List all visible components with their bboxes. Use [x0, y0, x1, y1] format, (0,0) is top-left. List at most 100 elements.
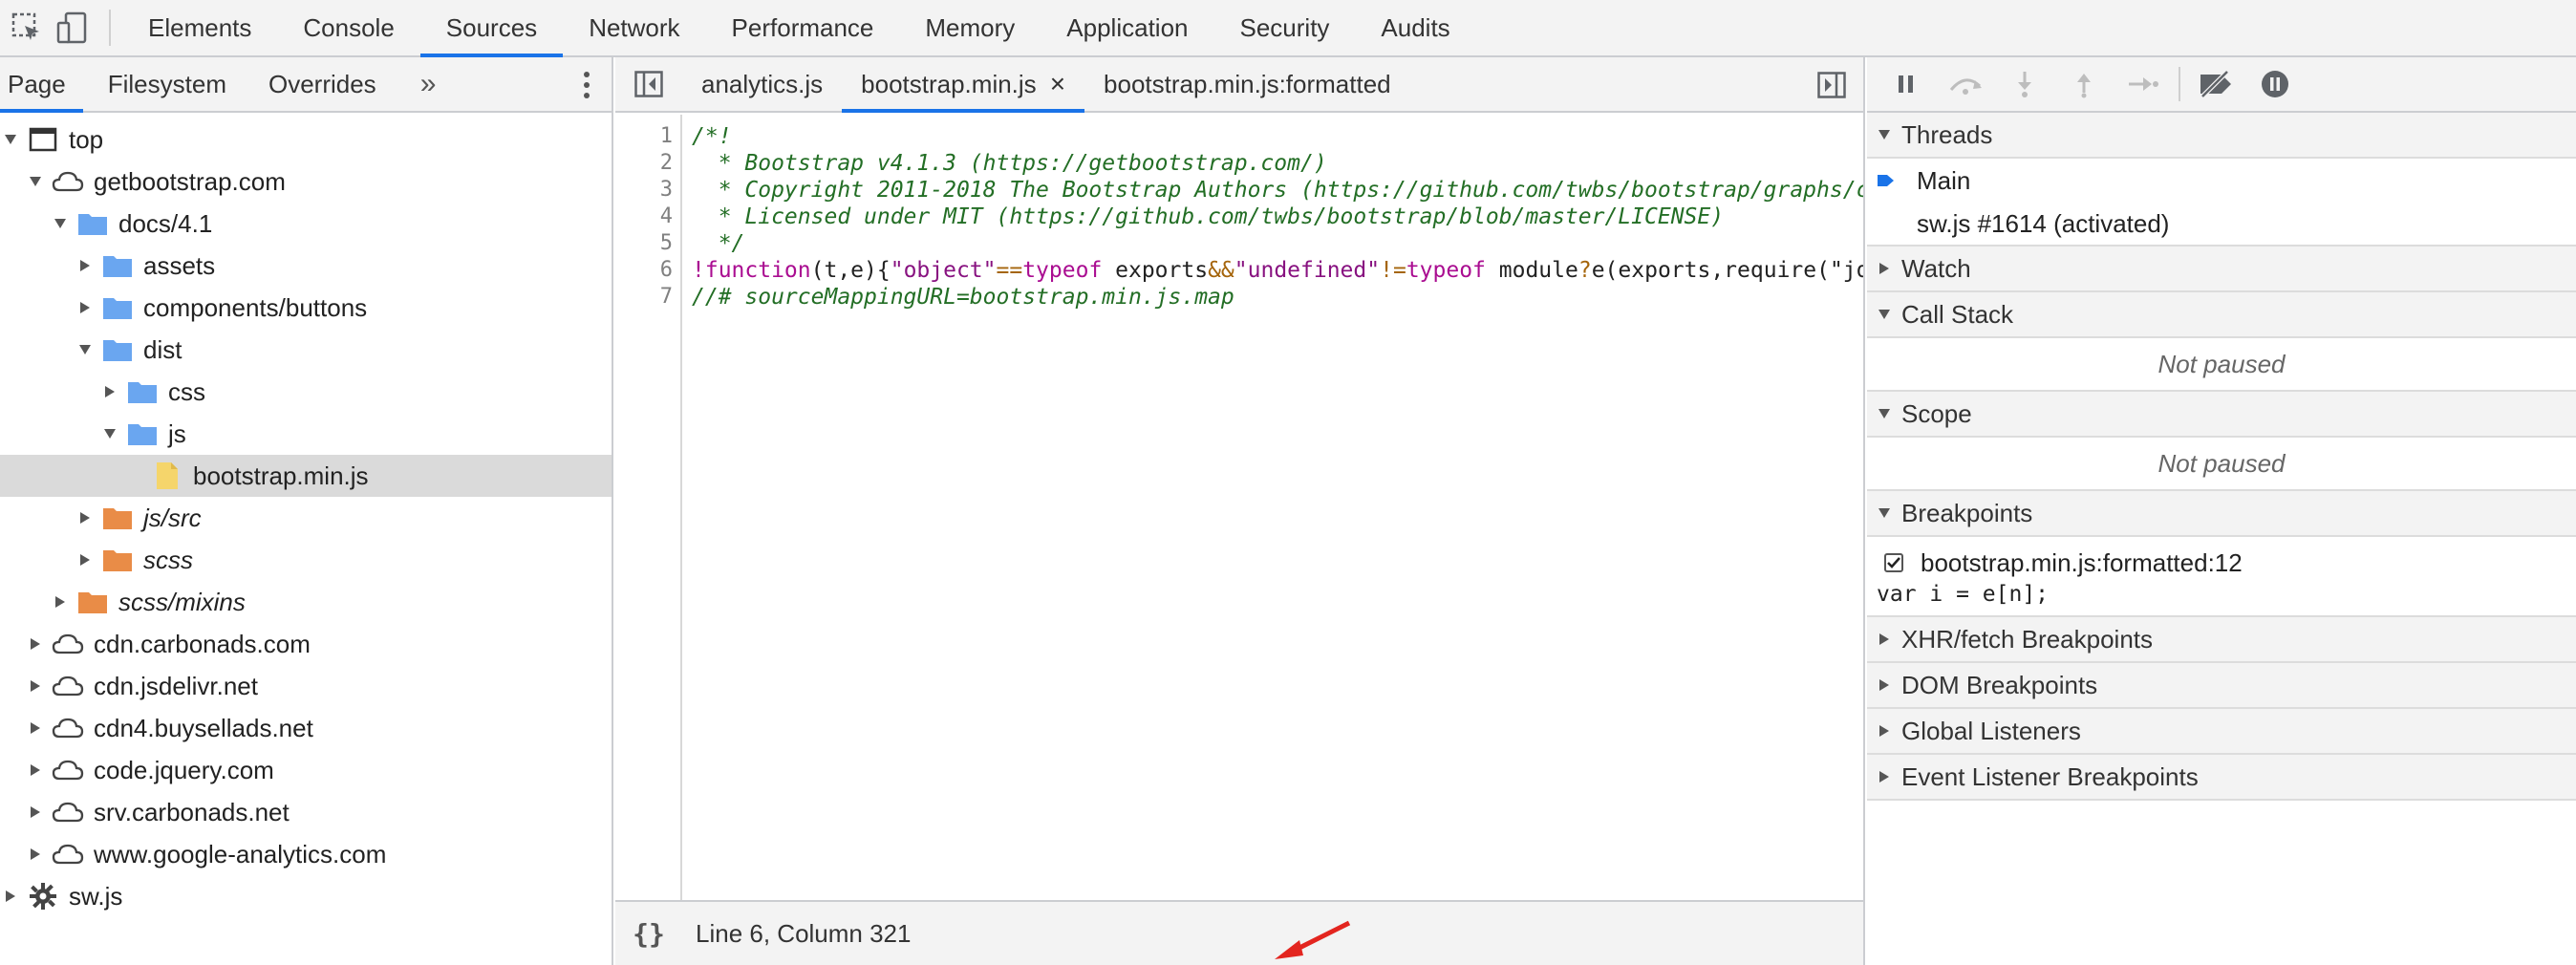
collapsed-triangle-icon[interactable]: [27, 804, 44, 821]
tree-item[interactable]: scss/mixins: [0, 581, 612, 623]
deactivate-breakpoints-icon[interactable]: [2186, 56, 2245, 112]
breakpoint-item[interactable]: bootstrap.min.js:formatted:12 var i = e[…: [1867, 537, 2576, 617]
step-icon[interactable]: [2114, 56, 2173, 112]
threads-section-header[interactable]: Threads: [1867, 113, 2576, 159]
tree-item[interactable]: dist: [0, 329, 612, 371]
tab-console[interactable]: Console: [277, 0, 419, 55]
thread-item-main[interactable]: Main: [1867, 159, 2576, 203]
step-over-icon[interactable]: [1936, 56, 1995, 112]
tree-item[interactable]: sw.js: [0, 875, 612, 917]
collapsed-triangle-icon[interactable]: [101, 383, 118, 400]
tree-item[interactable]: js: [0, 413, 612, 455]
tree-item[interactable]: scss: [0, 539, 612, 581]
line-number-gutter[interactable]: 1234567: [615, 115, 682, 900]
expanded-triangle-icon[interactable]: [52, 215, 69, 232]
folder-blue-icon: [126, 377, 159, 406]
tree-item[interactable]: www.google-analytics.com: [0, 833, 612, 875]
code-line[interactable]: */: [692, 230, 1863, 257]
scope-section-header[interactable]: Scope: [1867, 392, 2576, 438]
more-tabs-button[interactable]: »: [411, 57, 446, 111]
inspect-element-icon[interactable]: [4, 0, 50, 55]
gear-icon: [27, 882, 59, 911]
tree-item[interactable]: assets: [0, 245, 612, 287]
expanded-triangle-icon[interactable]: [76, 341, 94, 358]
line-number[interactable]: 7: [615, 284, 680, 311]
line-number[interactable]: 6: [615, 257, 680, 284]
device-toolbar-icon[interactable]: [50, 0, 96, 55]
tab-application[interactable]: Application: [1041, 0, 1213, 55]
step-into-icon[interactable]: [1995, 56, 2054, 112]
line-number[interactable]: 4: [615, 204, 680, 230]
code-view[interactable]: 1234567 /*! * Bootstrap v4.1.3 (https://…: [615, 115, 1863, 900]
code-lines[interactable]: /*! * Bootstrap v4.1.3 (https://getboots…: [692, 123, 1863, 311]
thread-item-sw[interactable]: sw.js #1614 (activated): [1867, 203, 2576, 247]
step-out-icon[interactable]: [2054, 56, 2114, 112]
editor-tab[interactable]: analytics.js: [682, 57, 842, 111]
collapsed-triangle-icon[interactable]: [76, 257, 94, 274]
collapsed-triangle-icon[interactable]: [2, 888, 19, 905]
navigator-tab-filesystem[interactable]: Filesystem: [100, 57, 244, 111]
pause-on-exceptions-icon[interactable]: [2245, 56, 2305, 112]
tree-item-selected[interactable]: bootstrap.min.js: [0, 455, 612, 497]
tab-network[interactable]: Network: [563, 0, 705, 55]
navigator-tab-overrides[interactable]: Overrides: [261, 57, 394, 111]
expanded-triangle-icon[interactable]: [27, 173, 44, 190]
line-number[interactable]: 1: [615, 123, 680, 150]
tab-audits[interactable]: Audits: [1355, 0, 1475, 55]
call-stack-section-header[interactable]: Call Stack: [1867, 292, 2576, 338]
tree-item[interactable]: getbootstrap.com: [0, 161, 612, 203]
code-line[interactable]: /*!: [692, 123, 1863, 150]
expanded-triangle-icon[interactable]: [101, 425, 118, 442]
tree-item[interactable]: cdn.carbonads.com: [0, 623, 612, 665]
tree-item[interactable]: srv.carbonads.net: [0, 791, 612, 833]
tree-item[interactable]: css: [0, 371, 612, 413]
event-listener-breakpoints-section-header[interactable]: Event Listener Breakpoints: [1867, 755, 2576, 801]
global-listeners-section-header[interactable]: Global Listeners: [1867, 709, 2576, 755]
collapsed-triangle-icon[interactable]: [76, 551, 94, 568]
tab-performance[interactable]: Performance: [706, 0, 900, 55]
more-options-icon[interactable]: [583, 57, 590, 113]
collapsed-triangle-icon[interactable]: [76, 299, 94, 316]
tree-item[interactable]: code.jquery.com: [0, 749, 612, 791]
tab-sources[interactable]: Sources: [419, 0, 564, 57]
collapsed-triangle-icon[interactable]: [27, 761, 44, 779]
tab-security[interactable]: Security: [1214, 0, 1356, 55]
tree-item[interactable]: js/src: [0, 497, 612, 539]
tab-memory[interactable]: Memory: [899, 0, 1041, 55]
pause-icon[interactable]: [1877, 56, 1936, 112]
tree-item[interactable]: docs/4.1: [0, 203, 612, 245]
collapsed-triangle-icon[interactable]: [27, 677, 44, 695]
code-line[interactable]: * Bootstrap v4.1.3 (https://getbootstrap…: [692, 150, 1863, 177]
tree-item[interactable]: cdn.jsdelivr.net: [0, 665, 612, 707]
collapsed-triangle-icon[interactable]: [76, 509, 94, 526]
collapsed-triangle-icon[interactable]: [27, 635, 44, 653]
code-line[interactable]: !function(t,e){"object"==typeof exports&…: [692, 257, 1863, 284]
toggle-debugger-icon[interactable]: [1817, 57, 1846, 113]
dom-breakpoints-section-header[interactable]: DOM Breakpoints: [1867, 663, 2576, 709]
collapsed-triangle-icon: [1867, 633, 1901, 646]
line-number[interactable]: 3: [615, 177, 680, 204]
code-line[interactable]: * Licensed under MIT (https://github.com…: [692, 204, 1863, 230]
tree-item[interactable]: cdn4.buysellads.net: [0, 707, 612, 749]
expanded-triangle-icon[interactable]: [2, 131, 19, 148]
pretty-print-button[interactable]: {}: [615, 902, 682, 965]
breakpoint-checkbox[interactable]: [1884, 553, 1903, 572]
code-line[interactable]: * Copyright 2011-2018 The Bootstrap Auth…: [692, 177, 1863, 204]
collapsed-triangle-icon[interactable]: [27, 719, 44, 737]
editor-tab[interactable]: bootstrap.min.js ×: [842, 57, 1084, 113]
collapsed-triangle-icon[interactable]: [52, 593, 69, 611]
code-line[interactable]: //# sourceMappingURL=bootstrap.min.js.ma…: [692, 284, 1863, 311]
xhr-breakpoints-section-header[interactable]: XHR/fetch Breakpoints: [1867, 617, 2576, 663]
line-number[interactable]: 5: [615, 230, 680, 257]
editor-tab[interactable]: bootstrap.min.js:formatted: [1084, 57, 1410, 111]
line-number[interactable]: 2: [615, 150, 680, 177]
tree-item[interactable]: top: [0, 118, 612, 161]
collapsed-triangle-icon[interactable]: [27, 846, 44, 863]
navigator-tab-page[interactable]: Page: [0, 57, 83, 113]
tree-item[interactable]: components/buttons: [0, 287, 612, 329]
tab-elements[interactable]: Elements: [122, 0, 277, 55]
close-icon[interactable]: ×: [1050, 69, 1065, 99]
toggle-navigator-icon[interactable]: [625, 57, 673, 111]
breakpoints-section-header[interactable]: Breakpoints: [1867, 491, 2576, 537]
watch-section-header[interactable]: Watch: [1867, 247, 2576, 292]
